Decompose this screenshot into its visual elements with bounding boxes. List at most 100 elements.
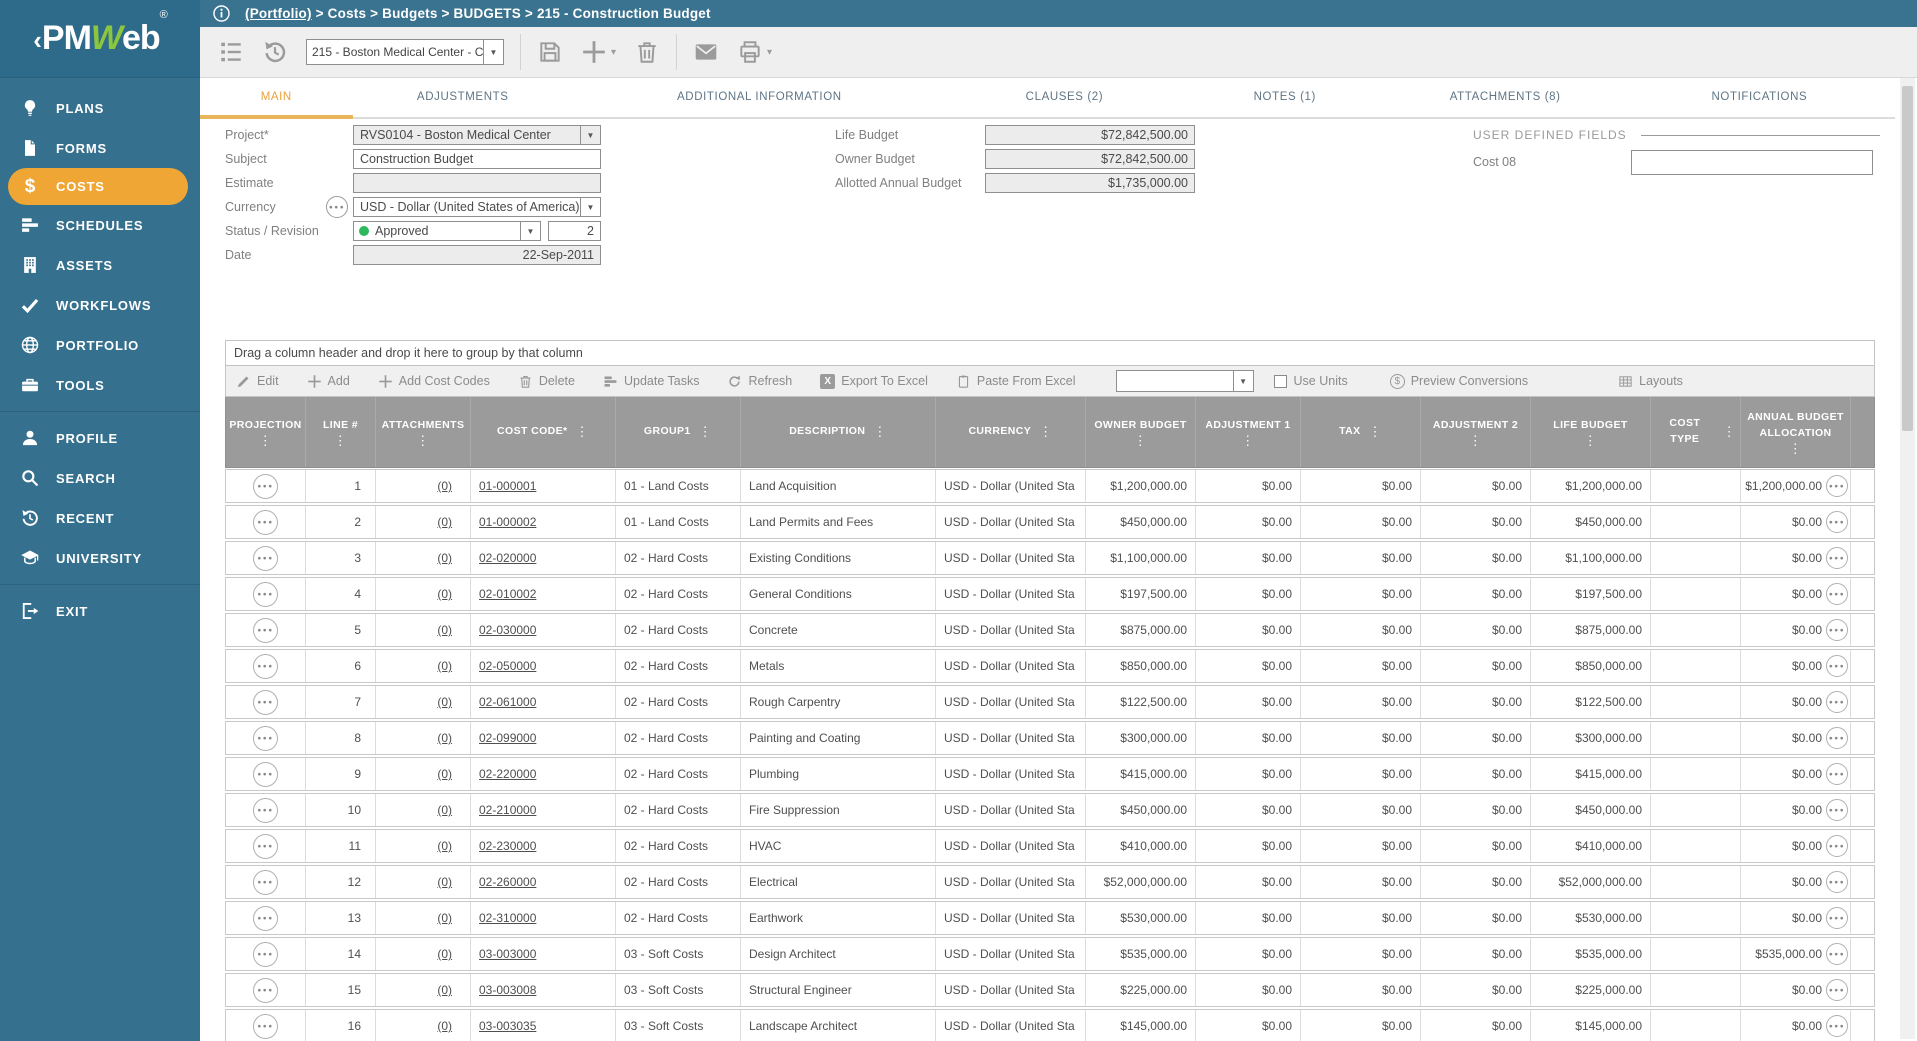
cost-code-link[interactable]: 02-030000 [479,623,536,637]
cost-code-link[interactable]: 02-230000 [479,839,536,853]
allocation-menu-button[interactable]: ●●● [1826,763,1848,785]
row-menu-button[interactable]: ●●● [253,1014,278,1039]
subject-input[interactable]: Construction Budget [353,149,601,169]
row-menu-button[interactable]: ●●● [253,618,278,643]
pmweb-logo[interactable]: ‹PMWeb® [0,0,200,78]
delete-button[interactable]: Delete [518,374,575,389]
list-view-icon[interactable] [218,39,244,65]
save-icon[interactable] [537,39,563,65]
attachments-link[interactable]: (0) [437,479,452,493]
cost-code-link[interactable]: 02-099000 [479,731,536,745]
tab-notifications[interactable]: NOTIFICATIONS [1624,78,1895,119]
cost-code-link[interactable]: 01-000001 [479,479,536,493]
allocation-menu-button[interactable]: ●●● [1826,835,1848,857]
grid-filter-caret-icon[interactable]: ▼ [1233,371,1253,391]
cost-code-link[interactable]: 02-310000 [479,911,536,925]
row-menu-button[interactable]: ●●● [253,474,278,499]
revision-input[interactable]: 2 [548,221,601,241]
attachments-link[interactable]: (0) [437,587,452,601]
scrollbar-thumb[interactable] [1902,86,1913,431]
sidebar-item-profile[interactable]: PROFILE [0,418,200,458]
delete-record-icon[interactable] [634,39,660,65]
column-menu-icon[interactable]: ⋮ [873,427,886,437]
print-caret-icon[interactable]: ▾ [767,47,772,58]
mail-icon[interactable] [693,39,719,65]
use-units-toggle[interactable]: Use Units [1274,374,1348,388]
column-menu-icon[interactable]: ⋮ [1789,444,1802,454]
sidebar-item-costs[interactable]: $COSTS [8,168,188,205]
allocation-menu-button[interactable]: ●●● [1826,619,1848,641]
sidebar-item-assets[interactable]: ASSETS [0,245,200,285]
allocation-menu-button[interactable]: ●●● [1826,475,1848,497]
column-menu-icon[interactable]: ⋮ [1723,427,1736,437]
row-menu-button[interactable]: ●●● [253,582,278,607]
group-by-drop-zone[interactable]: Drag a column header and drop it here to… [225,340,1875,366]
allocation-menu-button[interactable]: ●●● [1826,583,1848,605]
sidebar-item-forms[interactable]: FORMS [0,128,200,168]
breadcrumb-portfolio-link[interactable]: (Portfolio) [245,6,312,21]
currency-caret-icon[interactable]: ▼ [580,198,600,216]
column-header-description[interactable]: DESCRIPTION⋮ [741,397,936,467]
allocation-menu-button[interactable]: ●●● [1826,979,1848,1001]
currency-select[interactable]: USD - Dollar (United States of America) … [353,197,601,217]
attachments-link[interactable]: (0) [437,947,452,961]
column-header-line[interactable]: LINE #⋮ [306,397,376,467]
cost-code-link[interactable]: 02-010002 [479,587,536,601]
row-menu-button[interactable]: ●●● [253,510,278,535]
export-to-excel-button[interactable]: XExport To Excel [820,374,928,389]
row-menu-button[interactable]: ●●● [253,690,278,715]
column-menu-icon[interactable]: ⋮ [259,436,272,446]
attachments-link[interactable]: (0) [437,803,452,817]
update-tasks-button[interactable]: Update Tasks [603,374,700,389]
add-record-icon[interactable] [581,39,607,65]
record-selector-caret-icon[interactable]: ▼ [483,40,503,64]
column-header-attachments[interactable]: ATTACHMENTS⋮ [376,397,471,467]
attachments-link[interactable]: (0) [437,1019,452,1033]
sidebar-item-exit[interactable]: EXIT [0,591,200,631]
refresh-button[interactable]: Refresh [727,374,792,389]
sidebar-item-schedules[interactable]: SCHEDULES [0,205,200,245]
attachments-link[interactable]: (0) [437,875,452,889]
column-header-group1[interactable]: GROUP1⋮ [616,397,741,467]
column-header-currency[interactable]: CURRENCY⋮ [936,397,1086,467]
attachments-link[interactable]: (0) [437,695,452,709]
row-menu-button[interactable]: ●●● [253,798,278,823]
attachments-link[interactable]: (0) [437,911,452,925]
row-menu-button[interactable]: ●●● [253,726,278,751]
column-menu-icon[interactable]: ⋮ [1469,436,1482,446]
tab-clauses-2[interactable]: CLAUSES (2) [946,78,1183,119]
column-menu-icon[interactable]: ⋮ [576,427,589,437]
history-icon[interactable] [262,39,288,65]
column-menu-icon[interactable]: ⋮ [1369,427,1382,437]
attachments-link[interactable]: (0) [437,731,452,745]
status-caret-icon[interactable]: ▼ [520,222,540,240]
cost-code-link[interactable]: 02-020000 [479,551,536,565]
sidebar-item-search[interactable]: SEARCH [0,458,200,498]
column-menu-icon[interactable]: ⋮ [1584,436,1597,446]
column-header-life-budget[interactable]: LIFE BUDGET⋮ [1531,397,1651,467]
cost08-input[interactable] [1631,150,1873,175]
attachments-link[interactable]: (0) [437,983,452,997]
column-menu-icon[interactable]: ⋮ [416,436,429,446]
cost-code-link[interactable]: 02-061000 [479,695,536,709]
allocation-menu-button[interactable]: ●●● [1826,943,1848,965]
allocation-menu-button[interactable]: ●●● [1826,799,1848,821]
cost-code-link[interactable]: 02-260000 [479,875,536,889]
sidebar-item-plans[interactable]: PLANS [0,88,200,128]
vertical-scrollbar[interactable] [1900,78,1915,1039]
cost-code-link[interactable]: 02-220000 [479,767,536,781]
sidebar-item-portfolio[interactable]: PORTFOLIO [0,325,200,365]
row-menu-button[interactable]: ●●● [253,654,278,679]
allocation-menu-button[interactable]: ●●● [1826,727,1848,749]
cost-code-link[interactable]: 02-210000 [479,803,536,817]
layouts-button[interactable]: Layouts [1618,374,1683,389]
info-icon[interactable] [212,4,231,23]
add-button[interactable]: Add [307,374,350,389]
sidebar-item-university[interactable]: UNIVERSITY [0,538,200,578]
row-menu-button[interactable]: ●●● [253,906,278,931]
column-header-owner-budget[interactable]: OWNER BUDGET⋮ [1086,397,1196,467]
allocation-menu-button[interactable]: ●●● [1826,1015,1848,1037]
row-menu-button[interactable]: ●●● [253,942,278,967]
column-header-adjustment-2[interactable]: ADJUSTMENT 2⋮ [1421,397,1531,467]
sidebar-item-tools[interactable]: TOOLS [0,365,200,405]
